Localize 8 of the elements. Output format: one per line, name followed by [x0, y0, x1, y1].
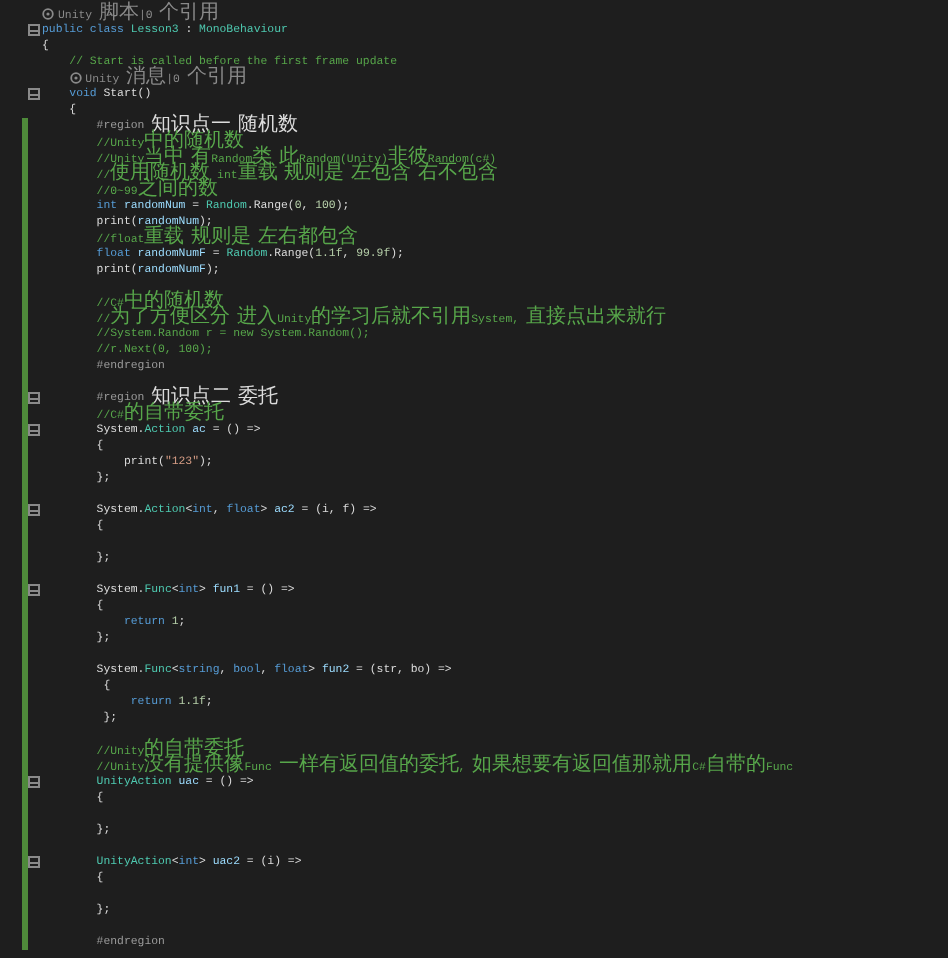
collapse-icon[interactable] [28, 88, 40, 100]
collapse-icon[interactable] [28, 392, 40, 404]
collapse-icon[interactable] [28, 424, 40, 436]
collapse-icon[interactable] [28, 776, 40, 788]
collapse-icon[interactable] [28, 584, 40, 596]
collapse-icon[interactable] [28, 24, 40, 36]
collapse-icon[interactable] [28, 856, 40, 868]
collapse-icon[interactable] [28, 504, 40, 516]
